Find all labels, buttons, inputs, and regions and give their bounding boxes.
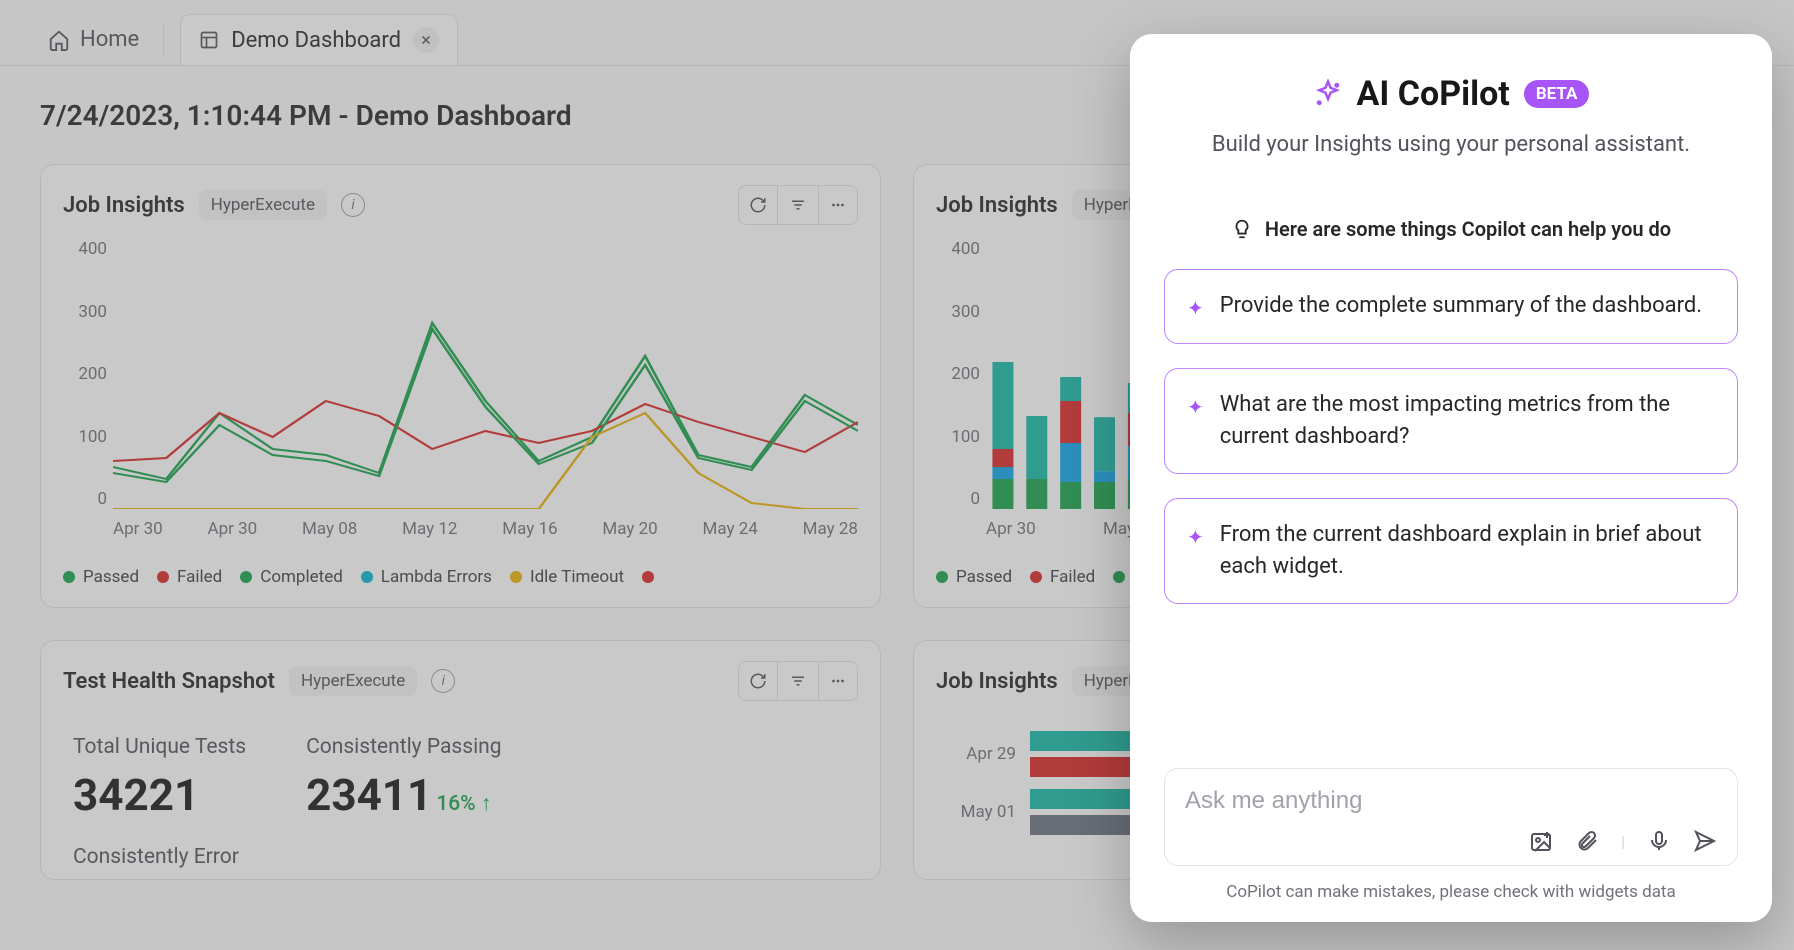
legend-item[interactable]: Idle Timeout: [510, 567, 624, 587]
close-icon: [420, 34, 432, 46]
stat-sub-label: Consistently Error: [63, 835, 858, 869]
legend-item[interactable]: Passed: [936, 567, 1012, 587]
more-button[interactable]: [818, 661, 858, 701]
card-title: Job Insights: [936, 193, 1058, 218]
dashboard-icon: [199, 30, 219, 50]
legend-item[interactable]: [642, 567, 662, 587]
copilot-suggestion[interactable]: ✦From the current dashboard explain in b…: [1164, 498, 1738, 604]
card-title: Job Insights: [63, 193, 185, 218]
sparkle-icon: ✦: [1187, 393, 1204, 422]
info-icon[interactable]: i: [431, 669, 455, 693]
more-icon: [829, 672, 847, 690]
dashboard-tab-label: Demo Dashboard: [231, 28, 401, 53]
card-title: Test Health Snapshot: [63, 669, 275, 694]
refresh-button[interactable]: [738, 661, 778, 701]
home-label: Home: [80, 27, 139, 52]
home-tab[interactable]: Home: [40, 17, 147, 62]
mic-icon[interactable]: [1647, 829, 1671, 853]
line-chart: 4003002001000 Apr 30Apr 30May 08May 12Ma…: [63, 239, 858, 549]
stat-value: 23411 16% ↑: [306, 769, 501, 821]
image-add-icon[interactable]: [1529, 829, 1553, 853]
copilot-hint: Here are some things Copilot can help yo…: [1265, 217, 1671, 241]
test-health-snapshot-card: Test Health Snapshot HyperExecute i Tota…: [40, 640, 881, 880]
sparkle-icon: ✦: [1187, 294, 1204, 323]
copilot-input[interactable]: [1185, 787, 1717, 815]
card-tag: HyperExecute: [199, 190, 327, 220]
tab-separator: [163, 25, 164, 55]
lightbulb-icon: [1231, 218, 1253, 240]
info-icon[interactable]: i: [341, 193, 365, 217]
stat-delta: 16% ↑: [436, 792, 491, 816]
filter-icon: [789, 672, 807, 690]
home-icon: [48, 29, 70, 51]
sparkle-icon: ✦: [1187, 523, 1204, 552]
job-insights-line-card: Job Insights HyperExecute i 400300200100…: [40, 164, 881, 608]
page-title: 7/24/2023, 1:10:44 PM - Demo Dashboard: [40, 99, 572, 132]
more-icon: [829, 196, 847, 214]
filter-icon: [789, 196, 807, 214]
legend-item[interactable]: Lambda Errors: [361, 567, 492, 587]
filter-button[interactable]: [778, 661, 818, 701]
close-tab-button[interactable]: [413, 27, 439, 53]
attachment-icon[interactable]: [1575, 829, 1599, 853]
card-tag: HyperExecute: [289, 666, 417, 696]
copilot-suggestion[interactable]: ✦Provide the complete summary of the das…: [1164, 269, 1738, 344]
sparkle-icon: [1313, 79, 1343, 109]
legend-item[interactable]: Passed: [63, 567, 139, 587]
refresh-button[interactable]: [738, 185, 778, 225]
stat-label: Consistently Passing: [306, 735, 501, 759]
refresh-icon: [749, 672, 767, 690]
copilot-panel: AI CoPilot BETA Build your Insights usin…: [1130, 34, 1772, 922]
stat-label: Total Unique Tests: [73, 735, 246, 759]
send-icon[interactable]: [1693, 829, 1717, 853]
card-title: Job Insights: [936, 669, 1058, 694]
more-button[interactable]: [818, 185, 858, 225]
copilot-title: AI CoPilot: [1357, 74, 1510, 114]
legend-item[interactable]: Completed: [240, 567, 343, 587]
legend-item[interactable]: Failed: [157, 567, 222, 587]
filter-button[interactable]: [778, 185, 818, 225]
legend-item[interactable]: Failed: [1030, 567, 1095, 587]
copilot-subtitle: Build your Insights using your personal …: [1164, 132, 1738, 157]
beta-badge: BETA: [1524, 80, 1590, 108]
copilot-suggestion[interactable]: ✦What are the most impacting metrics fro…: [1164, 368, 1738, 474]
dashboard-tab[interactable]: Demo Dashboard: [180, 14, 458, 65]
refresh-icon: [749, 196, 767, 214]
stat-value: 34221: [73, 769, 246, 821]
copilot-footer: CoPilot can make mistakes, please check …: [1164, 882, 1738, 902]
